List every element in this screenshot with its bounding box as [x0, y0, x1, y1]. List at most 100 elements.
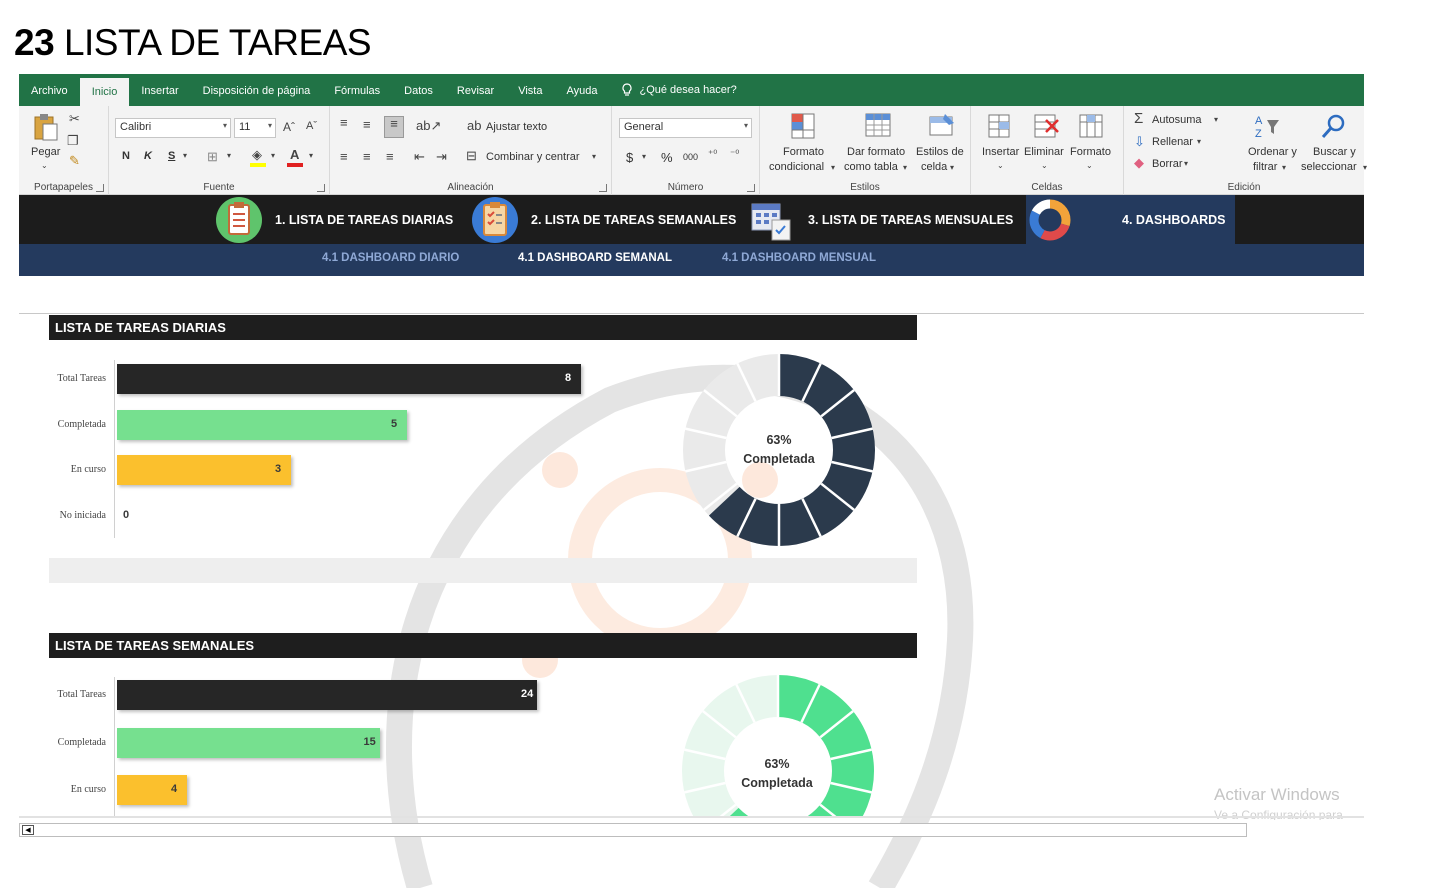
underline-button[interactable]: S: [168, 150, 175, 162]
insert-button[interactable]: Insertar: [982, 146, 1019, 158]
find-dropdown-icon[interactable]: ▾: [1363, 164, 1367, 172]
bold-button[interactable]: N: [122, 150, 130, 162]
insert-cells-icon[interactable]: [985, 111, 1015, 141]
alignment-launcher[interactable]: [599, 184, 607, 192]
underline-dropdown-icon[interactable]: ▾: [183, 152, 187, 160]
currency-button[interactable]: $: [626, 150, 633, 165]
format-table-line1[interactable]: Dar formato: [847, 146, 905, 158]
delete-dropdown-icon[interactable]: ⌄: [1041, 162, 1048, 170]
align-middle-icon[interactable]: ≡: [363, 118, 371, 131]
find-line1[interactable]: Buscar y: [1313, 146, 1356, 158]
subnav-weekly[interactable]: 4.1 DASHBOARD SEMANAL: [518, 252, 672, 264]
cell-styles-line2[interactable]: celda: [921, 161, 947, 173]
decrease-decimal-icon[interactable]: ⁻⁰: [730, 150, 739, 160]
tab-datos[interactable]: Datos: [392, 74, 445, 106]
clear-button[interactable]: Borrar: [1152, 158, 1183, 170]
find-line2[interactable]: seleccionar: [1301, 161, 1357, 173]
decrease-indent-icon[interactable]: ⇤: [414, 150, 425, 163]
scroll-left-icon[interactable]: ◀: [22, 825, 34, 835]
fill-color-icon[interactable]: ◈: [252, 148, 262, 161]
conditional-format-line2[interactable]: condicional: [769, 161, 824, 173]
paste-dropdown-icon[interactable]: ⌄: [41, 162, 48, 170]
font-size-select[interactable]: 11 ▾: [234, 118, 276, 138]
fill-dropdown-icon[interactable]: ▾: [271, 152, 275, 160]
font-color-dropdown-icon[interactable]: ▾: [309, 152, 313, 160]
increase-font-icon[interactable]: Aˆ: [283, 121, 295, 133]
format-as-table-icon[interactable]: [863, 111, 893, 141]
tab-formulas[interactable]: Fórmulas: [322, 74, 392, 106]
align-left-icon[interactable]: ≡: [340, 150, 348, 163]
cell-styles-dropdown-icon[interactable]: ▾: [950, 164, 954, 172]
tab-disposicion[interactable]: Disposición de página: [191, 74, 323, 106]
fill-down-icon[interactable]: ⇩: [1134, 135, 1145, 148]
format-button[interactable]: Formato: [1070, 146, 1111, 158]
merge-dropdown-icon[interactable]: ▾: [592, 153, 596, 161]
fill-dropdown-icon[interactable]: ▾: [1197, 138, 1201, 146]
autosum-dropdown-icon[interactable]: ▾: [1214, 116, 1218, 124]
tab-revisar[interactable]: Revisar: [445, 74, 506, 106]
sort-dropdown-icon[interactable]: ▾: [1282, 164, 1286, 172]
thousands-button[interactable]: 000: [683, 152, 698, 162]
conditional-format-icon[interactable]: [789, 111, 819, 141]
currency-dropdown-icon[interactable]: ▾: [642, 153, 646, 161]
clear-dropdown-icon[interactable]: ▾: [1184, 160, 1188, 168]
sort-line1[interactable]: Ordenar y: [1248, 146, 1297, 158]
autosum-icon[interactable]: Σ: [1134, 111, 1143, 126]
align-center-icon[interactable]: ≡: [363, 150, 371, 163]
merge-center-icon[interactable]: ⊟: [466, 149, 477, 162]
table-dropdown-icon[interactable]: ▾: [903, 164, 907, 172]
font-name-select[interactable]: Calibri ▾: [115, 118, 231, 138]
cell-styles-icon[interactable]: [927, 111, 957, 141]
align-right-icon[interactable]: ≡: [386, 150, 394, 163]
increase-decimal-icon[interactable]: ⁺⁰: [708, 150, 717, 160]
tab-insertar[interactable]: Insertar: [129, 74, 190, 106]
horizontal-scrollbar[interactable]: ◀: [19, 823, 1247, 837]
format-dropdown-icon[interactable]: ⌄: [1086, 162, 1093, 170]
merge-center-button[interactable]: Combinar y centrar: [486, 151, 580, 163]
autosum-button[interactable]: Autosuma: [1152, 114, 1202, 126]
borders-icon[interactable]: ⊞: [207, 150, 218, 163]
sort-filter-icon[interactable]: A Z: [1252, 112, 1282, 142]
nav-monthly-tasks[interactable]: 3. LISTA DE TAREAS MENSUALES: [748, 195, 1023, 244]
increase-indent-icon[interactable]: ⇥: [436, 150, 447, 163]
format-table-line2[interactable]: como tabla: [844, 161, 898, 173]
eraser-icon[interactable]: ◆: [1134, 156, 1144, 169]
tell-me-search[interactable]: ¿Qué desea hacer?: [609, 74, 748, 106]
number-format-select[interactable]: General ▾: [619, 118, 752, 138]
insert-dropdown-icon[interactable]: ⌄: [997, 162, 1004, 170]
conditional-format-line1[interactable]: Formato: [783, 146, 824, 158]
tab-ayuda[interactable]: Ayuda: [554, 74, 609, 106]
wrap-text-button[interactable]: Ajustar texto: [486, 121, 547, 133]
align-top-icon[interactable]: ≡: [340, 116, 348, 129]
tab-inicio[interactable]: Inicio: [79, 78, 130, 106]
borders-dropdown-icon[interactable]: ▾: [227, 152, 231, 160]
sort-line2[interactable]: filtrar: [1253, 161, 1277, 173]
wrap-text-icon[interactable]: ab: [467, 119, 481, 132]
delete-cells-icon[interactable]: [1031, 111, 1061, 141]
subnav-daily[interactable]: 4.1 DASHBOARD DIARIO: [322, 252, 459, 264]
nav-dashboards[interactable]: 4. DASHBOARDS: [1026, 195, 1235, 244]
percent-button[interactable]: %: [661, 150, 673, 165]
nav-daily-tasks[interactable]: 1. LISTA DE TAREAS DIARIAS: [215, 195, 465, 244]
nav-weekly-tasks[interactable]: 2. LISTA DE TAREAS SEMANALES: [471, 195, 741, 244]
paste-icon[interactable]: [31, 112, 61, 142]
number-launcher[interactable]: [747, 184, 755, 192]
font-color-icon[interactable]: A: [290, 148, 299, 161]
format-cells-icon[interactable]: [1076, 111, 1106, 141]
align-bottom-icon[interactable]: ≡: [384, 116, 404, 138]
tab-archivo[interactable]: Archivo: [19, 74, 80, 106]
fill-button[interactable]: Rellenar: [1152, 136, 1193, 148]
cut-icon[interactable]: ✂: [69, 112, 80, 125]
cell-styles-line1[interactable]: Estilos de: [916, 146, 964, 158]
paste-button[interactable]: Pegar: [31, 146, 60, 158]
format-painter-icon[interactable]: ✎: [69, 154, 80, 167]
conditional-dropdown-icon[interactable]: ▾: [831, 164, 835, 172]
subnav-monthly[interactable]: 4.1 DASHBOARD MENSUAL: [722, 252, 876, 264]
orientation-icon[interactable]: ab↗: [416, 119, 441, 132]
font-launcher[interactable]: [317, 184, 325, 192]
decrease-font-icon[interactable]: Aˇ: [306, 121, 317, 132]
clipboard-launcher[interactable]: [96, 184, 104, 192]
delete-button[interactable]: Eliminar: [1024, 146, 1064, 158]
find-select-icon[interactable]: [1319, 112, 1349, 142]
tab-vista[interactable]: Vista: [506, 74, 554, 106]
